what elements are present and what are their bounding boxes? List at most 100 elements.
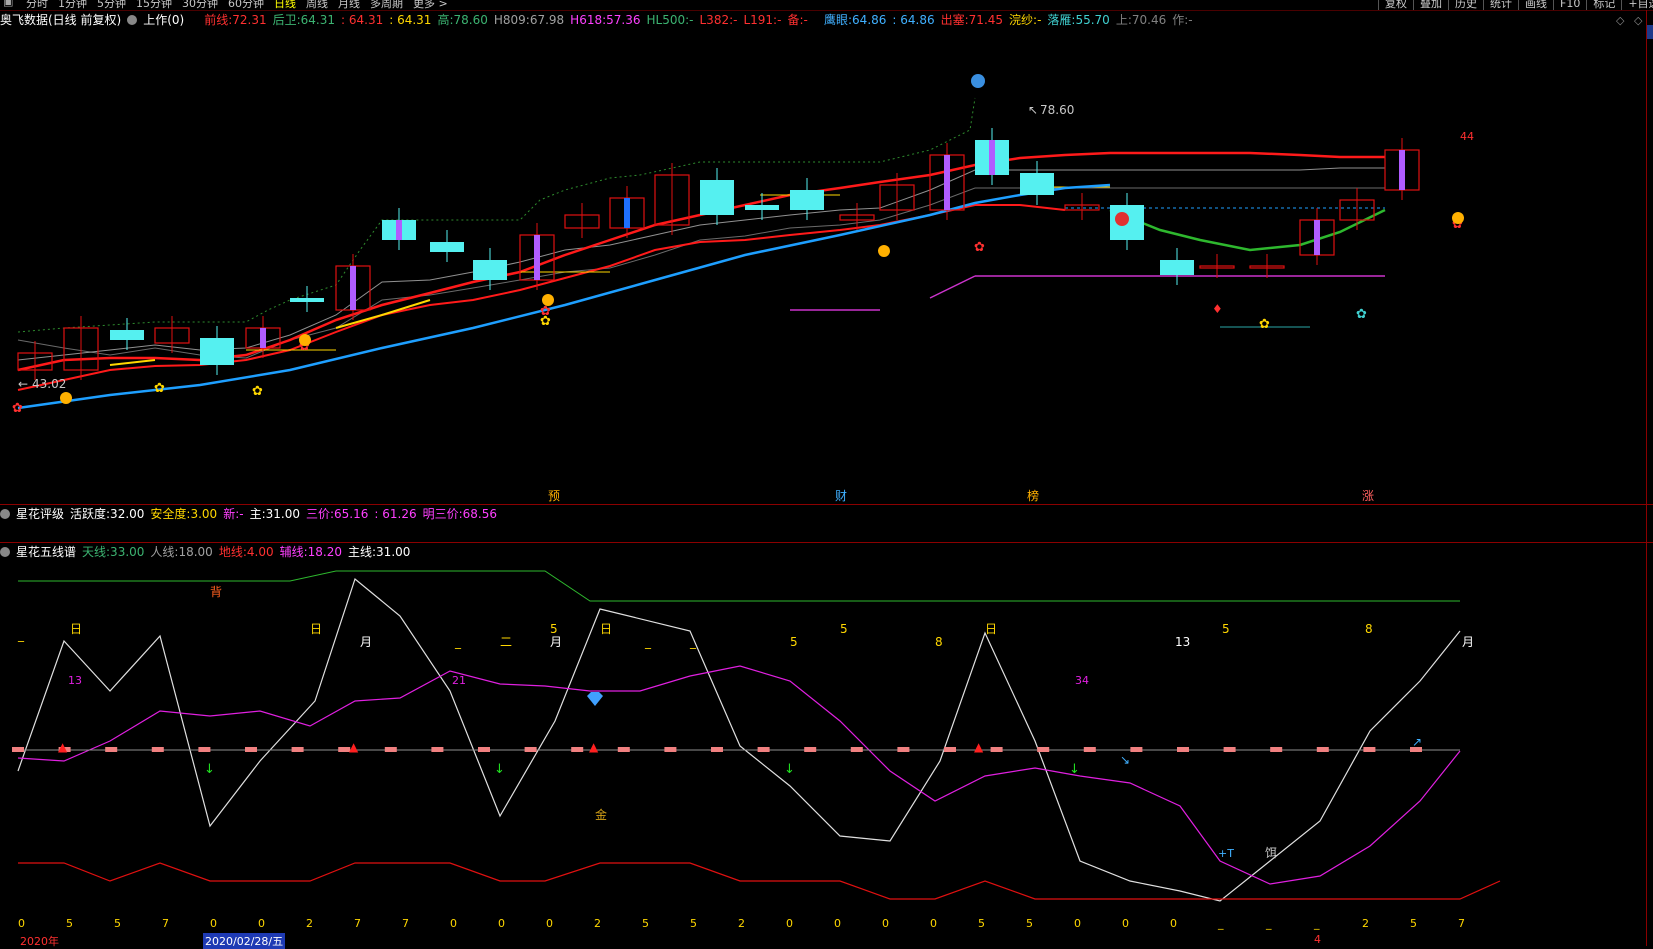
candle-inner-bar <box>534 235 540 280</box>
main-price-chart[interactable]: 78.60 ↖ ← 43.02 44 ✿✿ ✿✿✿✿✿✿✿✿♦ 预财榜涨 <box>0 10 1653 504</box>
indicator-value: : 61.26 <box>374 507 417 521</box>
period-tab[interactable]: 15分钟 <box>136 0 172 10</box>
staff-bottom-number: 2 <box>594 917 601 930</box>
indicator-value: 主:31.00 <box>249 507 300 521</box>
staff-bottom-number: 7 <box>402 917 409 930</box>
candle-inner-bar <box>350 266 356 310</box>
indicator-value: 明三价:68.56 <box>422 507 497 521</box>
event-marker: 榜 <box>1027 488 1039 503</box>
staff-top-label: 5 <box>840 622 848 636</box>
panel3-title[interactable]: 星花五线谱 <box>16 545 76 559</box>
gem-icon: ♦ <box>1212 302 1223 316</box>
staff-bottom-number: 0 <box>258 917 265 930</box>
staff-tick <box>1130 747 1143 752</box>
toolbar-button[interactable]: +自选 <box>1621 0 1653 10</box>
staff-tick <box>664 747 677 752</box>
toolbar-button[interactable]: 历史 <box>1448 0 1483 10</box>
staff-bottom-number: _ <box>1265 917 1272 930</box>
flower-icons: ✿✿ ✿✿✿✿✿✿✿✿♦ <box>12 212 1464 416</box>
staff-bottom-number: _ <box>1313 917 1320 930</box>
period-tab[interactable]: 多周期 <box>370 0 403 10</box>
staff-top-label: 月 <box>1462 635 1474 649</box>
year-label: 2020年 <box>20 935 59 948</box>
staff-bottom-number: 0 <box>1122 917 1129 930</box>
staff-bottom-number: 0 <box>882 917 889 930</box>
candle-body <box>700 180 734 215</box>
panel2-header: 星花评级 活跃度:32.00 安全度:3.00 新:- 主:31.00 三价:65.16:… <box>0 505 509 523</box>
staff-bottom-number: 0 <box>498 917 505 930</box>
staff-markers: ▲ ▲ ▲ ▲ ↓ ↓ ↓ ↓ <box>12 740 1422 777</box>
down-arrow-icon: ↓ <box>494 762 505 777</box>
staff-tick <box>711 747 723 752</box>
panel3-header: 星花五线谱 天线:33.00 人线:18.00 地线:4.00 辅线:18.20 主线:3… <box>0 543 422 561</box>
toolbar-button[interactable]: 复权 <box>1378 0 1413 10</box>
period-tab[interactable]: 更多 > <box>413 0 448 10</box>
event-marker: 财 <box>835 489 847 503</box>
coin-icon <box>878 245 890 257</box>
period-tab[interactable]: 5分钟 <box>97 0 126 10</box>
staff-top-label: 13 <box>1175 635 1190 649</box>
butterfly-icon: ✿ <box>12 401 23 416</box>
indicator-value: 天线:33.00 <box>82 545 145 559</box>
staff-tick <box>431 747 444 752</box>
staff-line-chart[interactable]: ▲ ▲ ▲ ▲↓ ↓ ↓ ↓ _ 日日月 _ 二5月日_ _ 558日135 8月13 21 340 5 5 7 0… <box>0 561 1653 933</box>
staff-mid-number: 13 <box>68 674 82 687</box>
staff-bottom-number: 0 <box>546 917 553 930</box>
indicator-value: 安全度:3.00 <box>150 507 218 521</box>
staff-bottom-number: 0 <box>786 917 793 930</box>
indicator-value: 地线:4.00 <box>218 545 274 559</box>
er-label: 饵 <box>1265 846 1277 860</box>
staff-tick <box>757 747 770 752</box>
staff-top-label: 日 <box>70 622 82 636</box>
period-tab[interactable]: 月线 <box>338 0 360 10</box>
candle-body <box>790 190 824 210</box>
period-tab[interactable]: 60分钟 <box>228 0 264 10</box>
blue-ma <box>17 183 1111 410</box>
up-arrow-icon: ▲ <box>58 740 68 754</box>
toolbar-button[interactable]: F10 <box>1553 0 1587 10</box>
collapse-icon[interactable] <box>0 547 10 557</box>
toolbar-button[interactable]: 统计 <box>1483 0 1518 10</box>
period-tab[interactable]: 日线 <box>274 0 296 10</box>
period-tab[interactable]: 周线 <box>306 0 328 10</box>
jin-label: 金 <box>595 807 607 822</box>
staff-bottom-number: 5 <box>1410 917 1417 930</box>
staff-bottom-number: 5 <box>642 917 649 930</box>
staff-top-label: 月 <box>550 635 562 649</box>
period-tab[interactable]: 30分钟 <box>182 0 218 10</box>
t-label: +T <box>1218 847 1234 860</box>
candlesticks <box>17 128 1420 380</box>
menu-icon[interactable]: ▣ <box>3 0 13 8</box>
upper-envelope <box>17 97 976 333</box>
staff-top-label: 日 <box>310 622 322 636</box>
candle-inner-bar <box>944 155 950 210</box>
down-arrow-icon: ↓ <box>204 762 215 777</box>
staff-top-label: 日 <box>600 622 612 636</box>
settings-icon[interactable]: ◇ <box>1616 14 1624 27</box>
staff-tick <box>12 747 24 752</box>
indicator-value: 活跃度:32.00 <box>70 507 145 521</box>
toolbar-button[interactable]: 叠加 <box>1413 0 1448 10</box>
settings-icon-2[interactable]: ◇ <box>1634 14 1642 27</box>
staff-bottom-number: 0 <box>930 917 937 930</box>
staff-bottom-number: 5 <box>978 917 985 930</box>
staff-bottom-number: 5 <box>1026 917 1033 930</box>
staff-top-label: 5 <box>790 635 798 649</box>
staff-mid-number: 21 <box>452 674 466 687</box>
toolbar-button[interactable]: 标记 <box>1586 0 1622 10</box>
candle-body <box>200 338 234 365</box>
staff-tick <box>804 747 817 752</box>
period-tab[interactable]: 分时 <box>26 0 48 10</box>
panel2-title[interactable]: 星花评级 <box>16 507 64 521</box>
staff-tick <box>1223 747 1236 752</box>
butterfly-icon: ✿ <box>252 384 263 399</box>
staff-top-label: 日 <box>985 622 997 636</box>
indicator-value: 主线:31.00 <box>348 545 411 559</box>
toolbar-button[interactable]: 画线 <box>1518 0 1553 10</box>
staff-top-label: _ <box>644 635 652 649</box>
sky-line <box>18 570 1460 602</box>
staff-tick <box>1177 747 1189 752</box>
collapse-icon[interactable] <box>0 509 10 519</box>
staff-tick <box>384 747 397 752</box>
period-tab[interactable]: 1分钟 <box>58 0 87 10</box>
